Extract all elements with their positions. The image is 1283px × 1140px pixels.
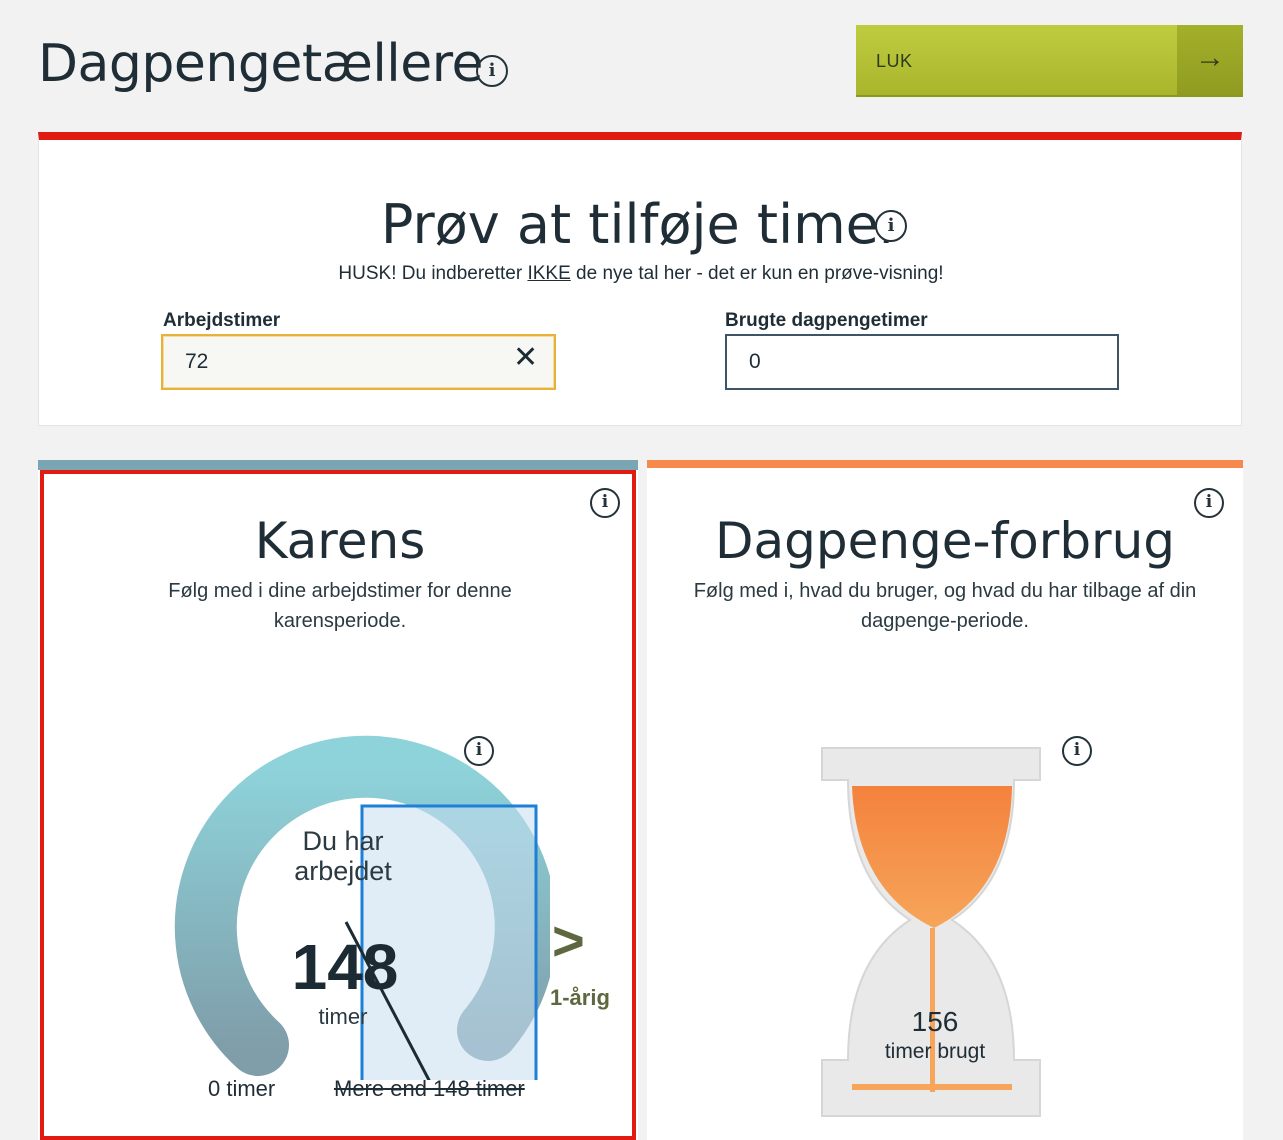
arbejdstimer-input[interactable]: 72 [161,334,556,390]
info-icon[interactable]: i [1062,736,1092,766]
arrow-right-icon: → [1177,25,1243,95]
note-emphasis: IKKE [527,263,571,284]
close-button-label: LUK [876,51,913,71]
forbrug-value: 156 [911,1006,959,1037]
gauge-caption: Du har arbejdet [294,826,392,886]
page-title: Dagpengetællere [38,34,483,94]
clear-icon[interactable]: ✕ [513,340,538,375]
try-hours-title: Prøv at tilføje timer [380,193,902,256]
karens-description: Følg med i dine arbejdstimer for denne k… [168,580,512,632]
forbrug-unit: timer brugt [884,1040,986,1063]
arbejdstimer-label: Arbejdstimer [163,310,281,331]
info-icon[interactable]: i [590,488,620,518]
forbrug-description: Følg med i, hvad du bruger, og hvad du h… [693,580,1197,632]
brugte-dagpengetimer-input[interactable]: 0 [725,334,1119,390]
hourglass-sand-bottom [852,1084,1012,1090]
hourglass-sand-top [852,786,1012,928]
gauge-value: 148 [291,931,399,1003]
try-hours-card: Prøv at tilføje timer i HUSK! Du indbere… [38,132,1242,426]
gauge-max-label: Mere end 148 timer [334,1076,525,1101]
close-button[interactable]: LUK → [856,25,1243,97]
note-suffix: de nye tal her - det er kun en prøve-vis… [570,263,944,284]
note-prefix: HUSK! Du indberetter [338,263,528,284]
try-hours-note: HUSK! Du indberetter IKKE de nye tal her… [39,263,1243,285]
brugte-dagpengetimer-label: Brugte dagpengetimer [725,310,928,331]
forbrug-title: Dagpenge-forbrug [714,512,1176,570]
gauge-unit: timer [318,1004,368,1029]
info-icon[interactable]: i [875,210,907,242]
info-icon[interactable]: i [1194,488,1224,518]
period-type-label: 1-årig [550,985,610,1010]
chevron-right-icon[interactable]: > [552,908,585,973]
gauge-min-label: 0 timer [208,1076,276,1101]
info-icon[interactable]: i [476,55,508,87]
karens-title: Karens [254,512,426,570]
